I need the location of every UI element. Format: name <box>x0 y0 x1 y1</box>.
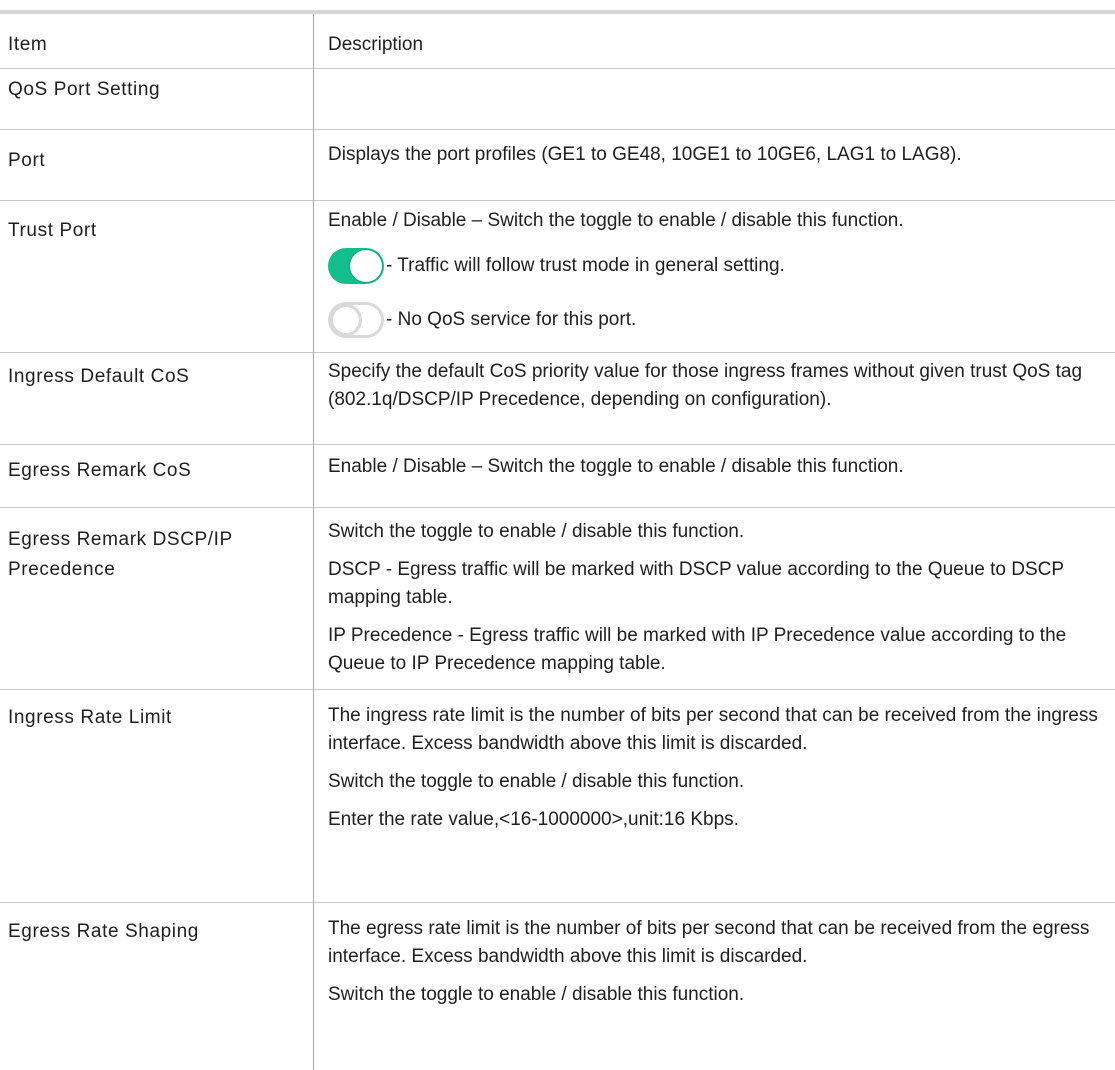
row-item-port: Port <box>8 150 46 171</box>
row-desc-ingress-rate-limit: The ingress rate limit is the number of … <box>328 702 1108 834</box>
row-desc-egress-remark-cos: Enable / Disable – Switch the toggle to … <box>328 453 1108 481</box>
row-desc-trust-port: Enable / Disable – Switch the toggle to … <box>328 207 1108 235</box>
toggle-off-line: - No QoS service for this port. <box>328 300 1108 340</box>
desc-line: DSCP - Egress traffic will be marked wit… <box>328 559 1064 608</box>
header-item: Item <box>8 34 48 55</box>
row-item-egress-remark-cos: Egress Remark CoS <box>8 460 192 481</box>
row-desc-egress-remark-dscp: Switch the toggle to enable / disable th… <box>328 518 1108 678</box>
divider <box>0 507 1115 508</box>
row-item-egress-remark-dscp: Egress Remark DSCP/IP Precedence <box>8 529 233 580</box>
divider <box>0 902 1115 903</box>
row-item-ingress-rate-limit: Ingress Rate Limit <box>8 707 172 728</box>
desc-line: The egress rate limit is the number of b… <box>328 918 1090 967</box>
table-top-border <box>0 10 1115 14</box>
desc-line: Switch the toggle to enable / disable th… <box>328 771 745 792</box>
row-item-trust-port: Trust Port <box>8 220 97 241</box>
row-item-egress-rate-shaping: Egress Rate Shaping <box>8 921 199 942</box>
column-separator <box>313 14 314 1070</box>
header-description: Description <box>328 34 424 55</box>
desc-line: Enable / Disable – Switch the toggle to … <box>328 456 904 477</box>
toggle-on-icon <box>328 247 384 284</box>
divider <box>0 444 1115 445</box>
desc-line: Enable / Disable – Switch the toggle to … <box>328 210 904 231</box>
desc-line: Displays the port profiles (GE1 to GE48,… <box>328 144 962 165</box>
desc-line: The ingress rate limit is the number of … <box>328 705 1098 754</box>
desc-line: Switch the toggle to enable / disable th… <box>328 984 745 1005</box>
row-desc-port: Displays the port profiles (GE1 to GE48,… <box>328 141 1108 169</box>
divider <box>0 352 1115 353</box>
desc-line: Enter the rate value,<16-1000000>,unit:1… <box>328 809 739 830</box>
row-item-ingress-default-cos: Ingress Default CoS <box>8 366 190 387</box>
desc-line: Specify the default CoS priority value f… <box>328 361 1083 410</box>
desc-line: IP Precedence - Egress traffic will be m… <box>328 625 1067 674</box>
row-desc-ingress-default-cos: Specify the default CoS priority value f… <box>328 358 1108 414</box>
qos-port-setting-table: Item Description QoS Port Setting Port D… <box>0 0 1115 1070</box>
row-desc-egress-rate-shaping: The egress rate limit is the number of b… <box>328 915 1108 1009</box>
toggle-on-line: - Traffic will follow trust mode in gene… <box>328 246 1108 286</box>
toggle-on-text: - Traffic will follow trust mode in gene… <box>386 255 785 276</box>
toggle-off-text: - No QoS service for this port. <box>386 309 637 330</box>
divider <box>0 200 1115 201</box>
divider <box>0 689 1115 690</box>
divider <box>0 129 1115 130</box>
desc-line: Switch the toggle to enable / disable th… <box>328 521 745 542</box>
divider <box>0 68 1115 69</box>
toggle-off-icon <box>328 301 384 338</box>
section-title: QoS Port Setting <box>8 79 161 100</box>
